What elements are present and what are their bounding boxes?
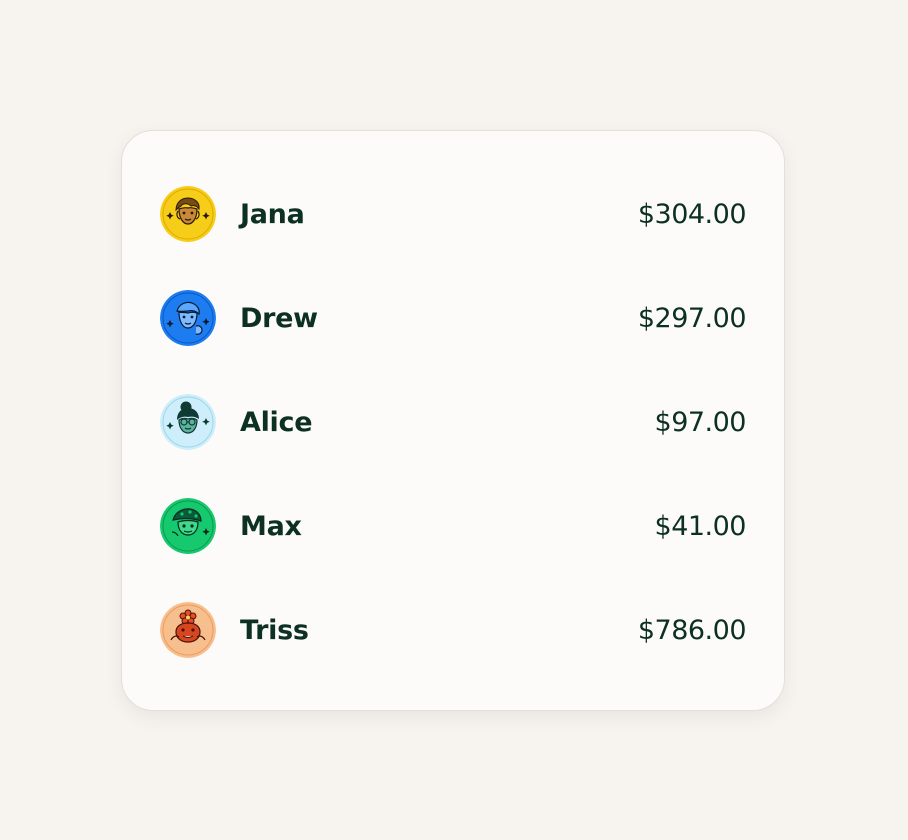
man-waving-avatar-icon [160,290,216,346]
balances-card: Jana $304.00 Drew $297.00 Alice $97.00 M… [121,130,785,711]
list-item: Triss $786.00 [160,601,747,659]
list-item: Max $41.00 [160,497,747,555]
user-name: Jana [240,198,305,230]
user-amount: $786.00 [637,614,747,646]
user-amount: $97.00 [654,406,747,438]
monster-flower-avatar-icon [160,602,216,658]
woman-curly-hair-avatar-icon [160,186,216,242]
list-item: Drew $297.00 [160,289,747,347]
user-name: Drew [240,302,318,334]
list-item: Alice $97.00 [160,393,747,451]
user-name: Triss [240,614,309,646]
user-amount: $304.00 [637,198,747,230]
character-cap-avatar-icon [160,498,216,554]
list-item: Jana $304.00 [160,185,747,243]
user-amount: $41.00 [654,510,747,542]
user-amount: $297.00 [637,302,747,334]
user-name: Alice [240,406,313,438]
user-name: Max [240,510,302,542]
woman-bun-glasses-avatar-icon [160,394,216,450]
